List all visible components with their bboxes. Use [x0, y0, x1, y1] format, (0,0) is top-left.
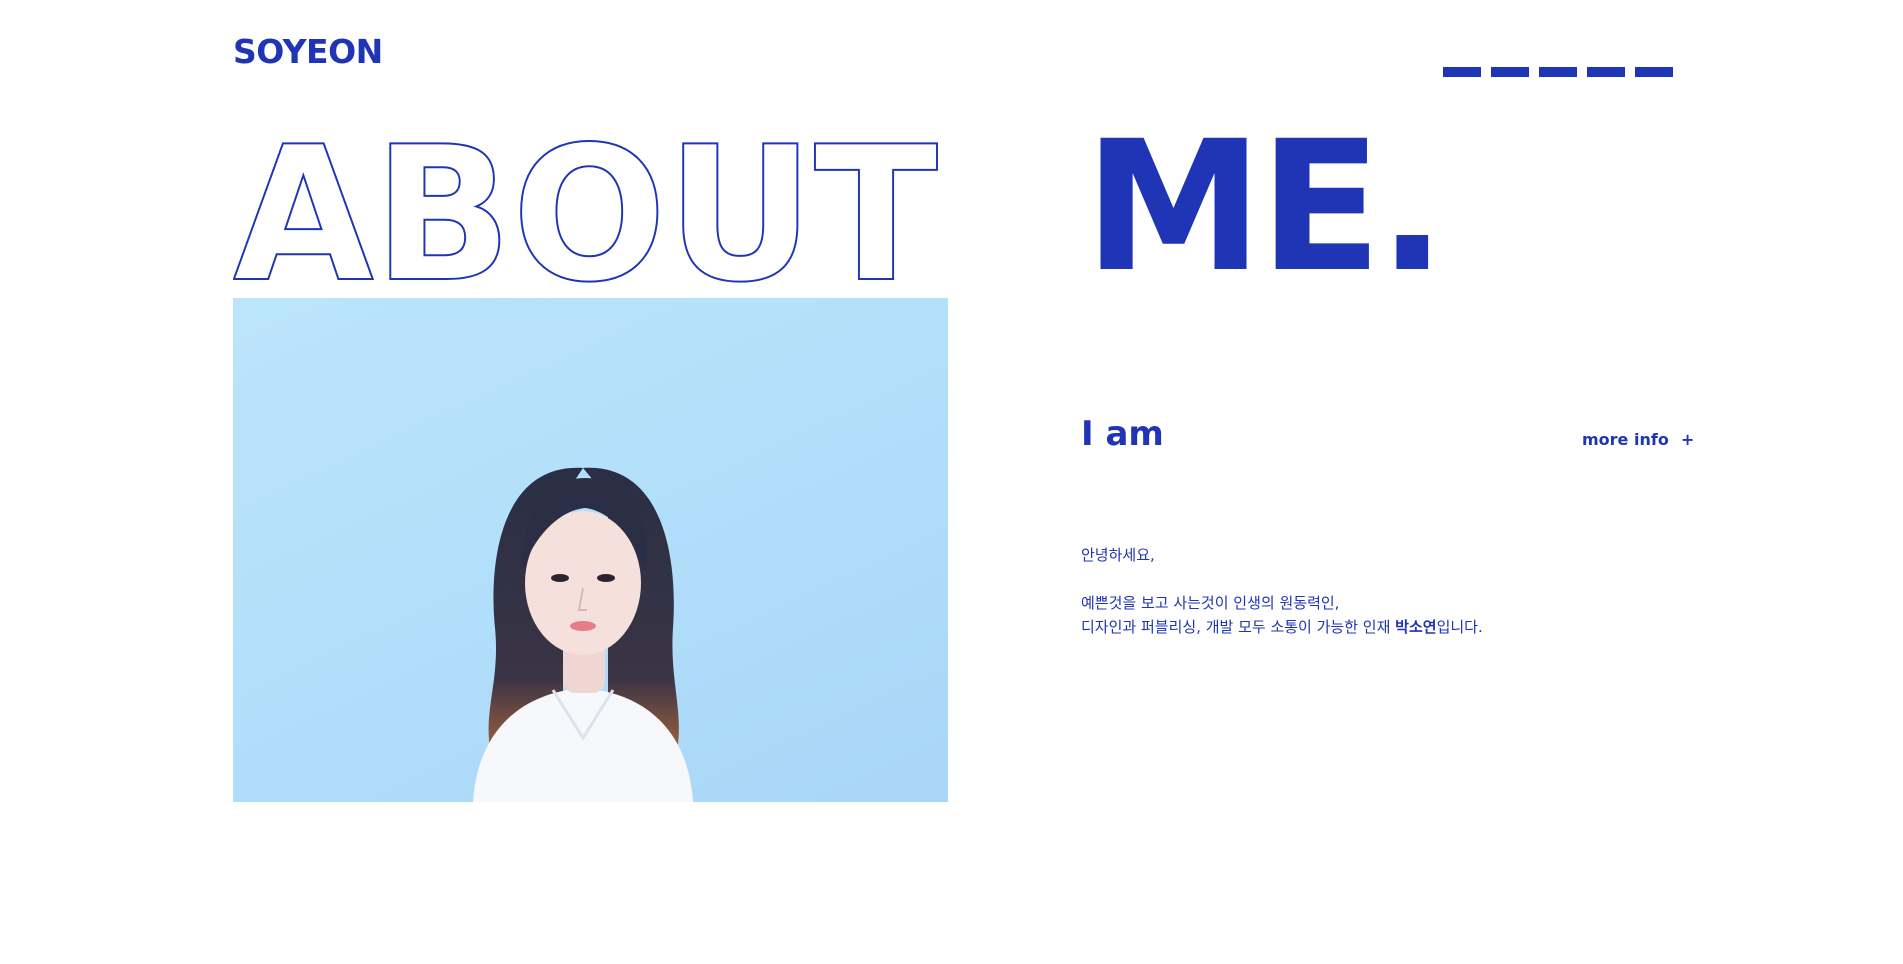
intro-text: 안녕하세요, 예쁜것을 보고 사는것이 인생의 원동력인, 디자인과 퍼블리싱,… [1081, 543, 1483, 639]
menu-dash [1587, 67, 1625, 77]
intro-spacer [1081, 567, 1483, 591]
intro-greeting: 안녕하세요, [1081, 546, 1155, 564]
menu-dash [1443, 67, 1481, 77]
intro-line-2-prefix: 디자인과 퍼블리싱, 개발 모두 소통이 가능한 인재 [1081, 618, 1396, 636]
about-page: SOYEON ABOUT ME. I am more info + 안녕하세요,… [0, 0, 1903, 964]
about-outline-heading: ABOUT [232, 105, 953, 324]
me-heading: ME. [1084, 103, 1446, 312]
menu-dash [1539, 67, 1577, 77]
menu-dash [1635, 67, 1673, 77]
site-logo[interactable]: SOYEON [233, 32, 383, 71]
menu-icon[interactable] [1443, 67, 1673, 77]
more-info-button[interactable]: more info + [1582, 430, 1694, 449]
intro-heading: I am [1081, 414, 1164, 454]
intro-name: 박소연 [1395, 618, 1437, 636]
portrait-photo [233, 298, 948, 802]
plus-icon: + [1680, 430, 1695, 449]
intro-line-2: 디자인과 퍼블리싱, 개발 모두 소통이 가능한 인재 박소연입니다. [1081, 615, 1483, 639]
intro-line-1: 예쁜것을 보고 사는것이 인생의 원동력인, [1081, 594, 1340, 612]
about-outline-text: ABOUT [233, 132, 938, 292]
menu-dash [1491, 67, 1529, 77]
intro-line-2-suffix: 입니다. [1436, 618, 1483, 636]
more-info-label: more info [1582, 430, 1669, 449]
